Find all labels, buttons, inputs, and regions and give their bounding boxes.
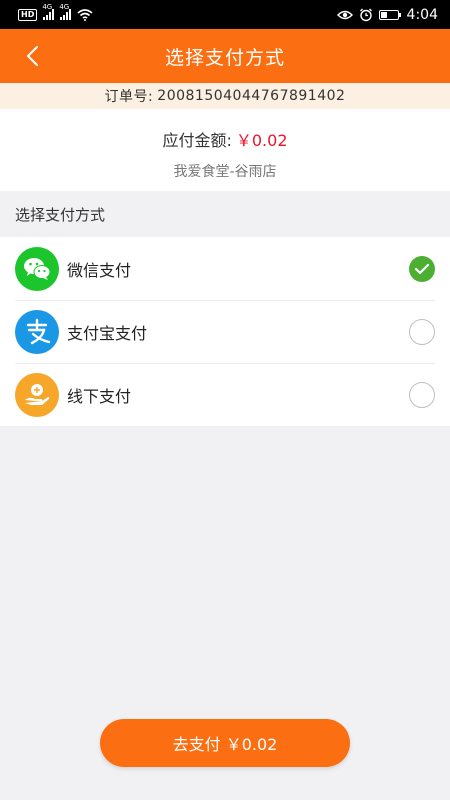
nav-bar: 选择支付方式 xyxy=(0,29,450,83)
radio-unchecked[interactable] xyxy=(409,318,435,345)
check-icon xyxy=(414,263,430,274)
order-number-strip: 订单号: 20081504044767891402 xyxy=(0,83,450,109)
back-arrow-icon xyxy=(27,46,38,66)
amount-line: 应付金额: ￥0.02 xyxy=(0,127,450,151)
order-number-label: 订单号: xyxy=(104,89,154,105)
signal-icon: 4G xyxy=(42,3,55,20)
payment-option-wechat[interactable]: 微信支付 xyxy=(0,237,450,300)
payment-option-label: 微信支付 xyxy=(67,260,132,280)
amount-card: 应付金额: ￥0.02 我爱食堂-谷雨店 xyxy=(0,109,450,191)
go-pay-button[interactable]: 去支付 ￥0.02 xyxy=(100,719,350,767)
section-title: 选择支付方式 xyxy=(0,191,450,237)
radio-unchecked[interactable] xyxy=(409,381,435,408)
network-type-label: 4G xyxy=(42,3,53,11)
status-left: HD 4G 4G xyxy=(18,3,93,21)
signal-icon: 4G xyxy=(59,3,72,20)
page-title: 选择支付方式 xyxy=(164,46,285,69)
status-time: 4:04 xyxy=(406,6,438,23)
payment-method-list: 微信支付 支付宝支付 线下支付 xyxy=(0,237,450,426)
network-type-label: 4G xyxy=(59,3,70,11)
offline-pay-icon xyxy=(15,372,59,417)
wechat-icon xyxy=(15,246,59,291)
order-number-value: 20081504044767891402 xyxy=(157,88,346,104)
payment-option-label: 线下支付 xyxy=(67,386,132,406)
alipay-icon xyxy=(15,309,59,354)
back-button[interactable] xyxy=(10,29,54,83)
amount-value: ￥0.02 xyxy=(235,131,288,150)
payment-option-offline[interactable]: 线下支付 xyxy=(0,363,450,426)
wifi-icon xyxy=(77,8,93,21)
store-name: 我爱食堂-谷雨店 xyxy=(173,164,277,180)
payment-option-alipay[interactable]: 支付宝支付 xyxy=(0,300,450,363)
status-bar: HD 4G 4G 4:04 xyxy=(0,0,450,29)
battery-icon xyxy=(378,9,401,20)
payment-option-label: 支付宝支付 xyxy=(67,323,148,343)
amount-label: 应付金额: xyxy=(162,131,232,150)
alarm-icon xyxy=(359,8,372,21)
radio-checked[interactable] xyxy=(409,255,435,282)
eye-icon xyxy=(336,10,353,19)
status-right: 4:04 xyxy=(336,6,438,23)
hd-badge: HD xyxy=(18,8,38,21)
